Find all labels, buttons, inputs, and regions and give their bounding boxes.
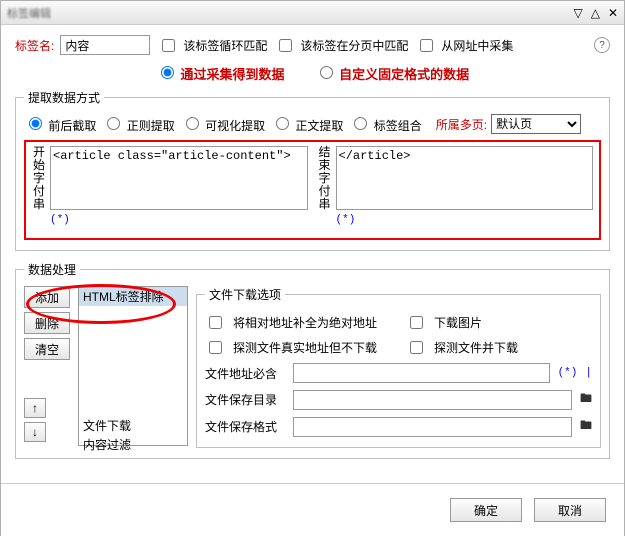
mode-collect-label: 通过采集得到数据 <box>180 67 284 82</box>
must-contain-input[interactable] <box>293 363 550 383</box>
start-string-label: 开始字付串 <box>32 146 46 211</box>
belong-page-label: 所属多页: <box>436 116 487 133</box>
save-dir-browse-icon[interactable]: 🖿 <box>580 389 592 410</box>
extract-r5-label: 标签组合 <box>374 119 422 133</box>
loop-match-label: 该标签循环匹配 <box>183 37 267 54</box>
save-dir-label: 文件保存目录 <box>205 391 285 408</box>
extract-r1-label: 前后截取 <box>48 119 96 133</box>
detect-nodl-label: 探测文件真实地址但不下载 <box>233 339 398 356</box>
extract-r3-label: 可视化提取 <box>205 119 265 133</box>
data-mode-row: 通过采集得到数据 自定义固定格式的数据 <box>15 63 610 83</box>
page-match-checkbox[interactable] <box>279 39 292 52</box>
save-dir-input[interactable] <box>293 390 572 410</box>
window-maximize-icon[interactable]: △ <box>591 6 600 20</box>
abs-url-label: 将相对地址补全为绝对地址 <box>233 314 398 331</box>
cancel-button[interactable]: 取消 <box>534 498 606 522</box>
download-img-label: 下载图片 <box>434 314 482 331</box>
titlebar: 标签编辑 ▽ △ ✕ <box>1 1 624 25</box>
from-url-checkbox[interactable] <box>420 39 433 52</box>
loop-match-checkbox[interactable] <box>162 39 175 52</box>
list-item[interactable]: HTML标签排除 <box>79 287 187 306</box>
extract-r4-radio[interactable] <box>276 117 289 130</box>
dialog-footer: 确定 取消 <box>1 483 624 536</box>
start-string-input[interactable] <box>50 146 308 210</box>
tag-name-row: 标签名: 该标签循环匹配 该标签在分页中匹配 从网址中采集 ? <box>15 35 610 55</box>
extract-method-radios: 前后截取 正则提取 可视化提取 正文提取 标签组合 所属多页: 默认页 <box>24 114 601 134</box>
mode-collect-radio[interactable] <box>161 66 174 79</box>
clear-button[interactable]: 清空 <box>24 338 70 360</box>
end-string-label: 结束字付串 <box>318 146 332 211</box>
download-img-checkbox[interactable] <box>410 316 423 329</box>
page-match-label: 该标签在分页中匹配 <box>300 37 408 54</box>
end-string-input[interactable] <box>336 146 594 210</box>
from-url-label: 从网址中采集 <box>441 37 513 54</box>
extract-r3-radio[interactable] <box>186 117 199 130</box>
add-button[interactable]: 添加 <box>24 286 70 308</box>
end-star-link[interactable]: (*) <box>336 214 356 226</box>
save-format-browse-icon[interactable]: 🖿 <box>580 416 592 437</box>
must-bar-link[interactable]: | <box>585 367 592 379</box>
tag-name-input[interactable] <box>60 35 150 55</box>
window-minimize-icon[interactable]: ▽ <box>573 6 582 20</box>
start-star-link[interactable]: (*) <box>50 214 70 226</box>
tag-name-label: 标签名: <box>15 37 54 54</box>
extract-method-legend: 提取数据方式 <box>24 89 104 106</box>
move-down-button[interactable]: ↓ <box>24 422 46 442</box>
extract-r2-radio[interactable] <box>107 117 120 130</box>
delete-button[interactable]: 删除 <box>24 312 70 334</box>
save-format-input[interactable] <box>293 417 572 437</box>
file-download-fieldset: 文件下载选项 将相对地址补全为绝对地址 下载图片 探测文件真实地址但不下载 <box>196 286 601 448</box>
must-star-link[interactable]: (*) <box>558 367 578 379</box>
extract-method-fieldset: 提取数据方式 前后截取 正则提取 可视化提取 正文提取 标签组合 所属多页: 默… <box>15 89 610 251</box>
belong-page-select[interactable]: 默认页 <box>491 114 581 134</box>
list-item[interactable]: 文件下载 <box>79 416 187 435</box>
detect-nodl-checkbox[interactable] <box>209 341 222 354</box>
move-up-button[interactable]: ↑ <box>24 398 46 418</box>
dialog-window: 标签编辑 ▽ △ ✕ 标签名: 该标签循环匹配 该标签在分页中匹配 从网址中采集… <box>0 0 625 536</box>
save-format-label: 文件保存格式 <box>205 418 285 435</box>
detect-dl-label: 探测文件并下载 <box>434 339 518 356</box>
extract-r5-radio[interactable] <box>354 117 367 130</box>
extract-r2-label: 正则提取 <box>127 119 175 133</box>
detect-dl-checkbox[interactable] <box>410 341 423 354</box>
ok-button[interactable]: 确定 <box>450 498 522 522</box>
abs-url-checkbox[interactable] <box>209 316 222 329</box>
window-title: 标签编辑 <box>7 5 51 21</box>
process-listbox[interactable]: HTML标签排除 文件下载 内容过滤 <box>78 286 188 446</box>
mode-fixed-label: 自定义固定格式的数据 <box>339 67 469 82</box>
data-process-fieldset: 数据处理 添加 删除 清空 ↑ ↓ HTML标签排除 文件下载 内容过滤 <box>15 261 610 459</box>
file-download-legend: 文件下载选项 <box>205 286 285 303</box>
mode-fixed-radio[interactable] <box>320 66 333 79</box>
data-process-legend: 数据处理 <box>24 261 80 278</box>
extract-r1-radio[interactable] <box>29 117 42 130</box>
start-end-container: 开始字付串 (*) 结束字付串 (*) <box>24 140 601 240</box>
must-contain-label: 文件地址必含 <box>205 365 285 382</box>
extract-r4-label: 正文提取 <box>295 119 343 133</box>
list-item[interactable]: 内容过滤 <box>79 435 187 454</box>
help-icon[interactable]: ? <box>594 37 610 53</box>
window-close-icon[interactable]: ✕ <box>608 6 618 20</box>
